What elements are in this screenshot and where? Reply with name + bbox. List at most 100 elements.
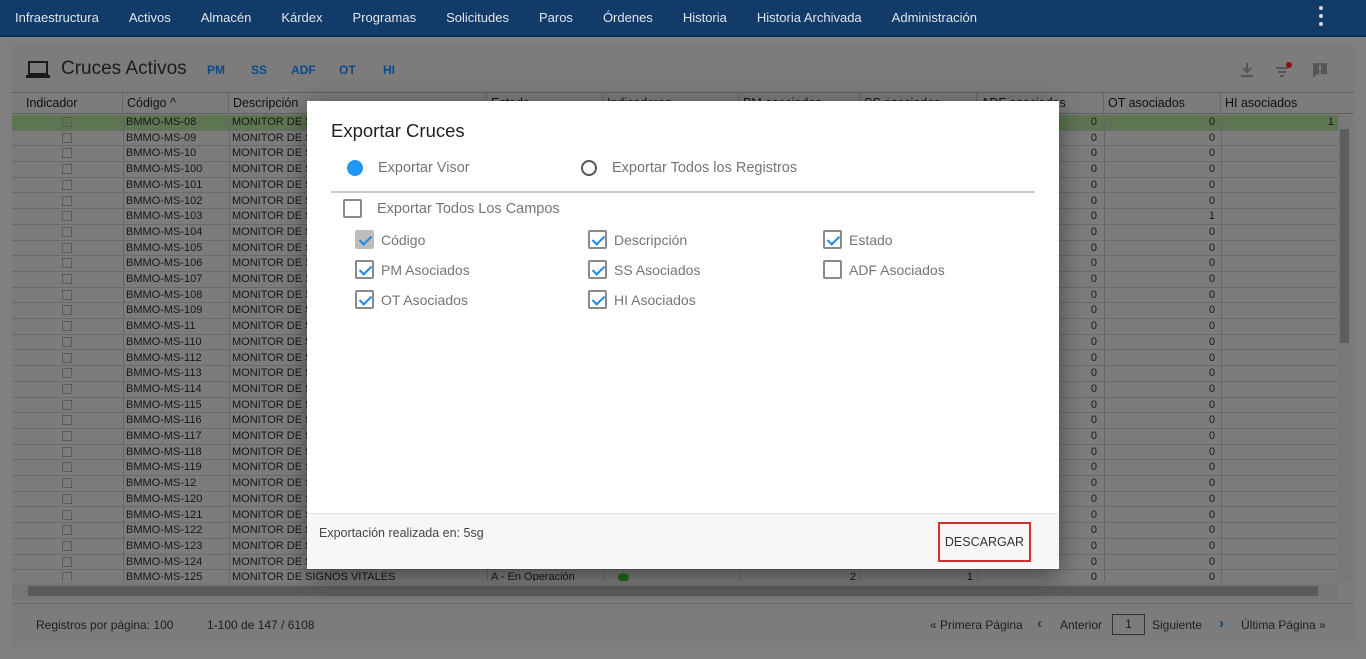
row-checkbox[interactable] <box>62 493 72 504</box>
checkbox-box[interactable] <box>355 290 374 309</box>
nav-historia-archivada[interactable]: Historia Archivada <box>757 10 862 25</box>
checkbox-box[interactable] <box>588 230 607 249</box>
row-checkbox[interactable] <box>62 211 72 222</box>
link-hi[interactable]: HI <box>383 63 395 77</box>
row-checkbox[interactable] <box>62 383 72 394</box>
checkbox-estado[interactable]: Estado <box>823 230 893 249</box>
radio-export-all-records[interactable]: Exportar Todos los Registros <box>581 160 797 176</box>
row-checkbox[interactable] <box>62 258 72 269</box>
nav-programas[interactable]: Programas <box>353 10 417 25</box>
row-checkbox[interactable] <box>62 289 72 300</box>
checkbox-label: SS Asociados <box>614 261 701 278</box>
chevron-right-icon[interactable]: › <box>1219 615 1224 632</box>
nav-administracion[interactable]: Administración <box>892 10 977 25</box>
checkbox-pm-asociados[interactable]: PM Asociados <box>355 260 470 279</box>
checkbox-all-fields[interactable]: Exportar Todos Los Campos <box>343 199 560 218</box>
table-row[interactable]: BMMO-MS-125 MONITOR DE SIGNOS VITALES A - … <box>12 570 1338 581</box>
laptop-icon <box>26 61 50 78</box>
row-checkbox[interactable] <box>62 446 72 457</box>
nav-activos[interactable]: Activos <box>129 10 171 25</box>
checkbox-ot-asociados[interactable]: OT Asociados <box>355 290 468 309</box>
row-checkbox[interactable] <box>62 242 72 253</box>
radio-export-viewer[interactable]: Exportar Visor <box>347 160 470 176</box>
row-checkbox[interactable] <box>62 368 72 379</box>
nav-ordenes[interactable]: Órdenes <box>603 10 653 25</box>
row-checkbox[interactable] <box>62 179 72 190</box>
scrollbar-thumb[interactable] <box>1340 129 1349 343</box>
col-ot-asociados[interactable]: OT asociados <box>1104 93 1221 115</box>
radio-unselected-icon[interactable] <box>581 160 597 176</box>
last-page-link[interactable]: Última Página » <box>1241 618 1326 632</box>
col-hi-asociados[interactable]: HI asociados <box>1221 93 1341 115</box>
row-checkbox[interactable] <box>62 415 72 426</box>
filter-icon[interactable] <box>1274 61 1292 79</box>
previous-page-link[interactable]: Anterior <box>1060 618 1102 632</box>
nav-historia[interactable]: Historia <box>683 10 727 25</box>
checkbox-box[interactable] <box>588 290 607 309</box>
cell-adf-asociados: 0 <box>1090 571 1097 581</box>
checkbox-box[interactable] <box>823 260 842 279</box>
cell-estado: A - En Operación <box>491 571 575 581</box>
link-ot[interactable]: OT <box>339 63 356 77</box>
cell-codigo: BMMO-MS-123 <box>126 539 203 552</box>
download-button[interactable]: DESCARGAR <box>938 522 1031 562</box>
checkbox-box[interactable] <box>355 260 374 279</box>
cell-codigo: BMMO-MS-107 <box>126 273 203 285</box>
col-codigo[interactable]: Código ^ <box>123 93 229 115</box>
scrollbar-thumb[interactable] <box>28 586 1318 596</box>
checkbox-ss-asociados[interactable]: SS Asociados <box>588 260 700 279</box>
records-range: 1-100 de 147 / 6108 <box>207 618 315 632</box>
checkbox-box[interactable] <box>588 260 607 279</box>
link-adf[interactable]: ADF <box>291 63 316 77</box>
row-checkbox[interactable] <box>62 195 72 206</box>
row-checkbox[interactable] <box>62 321 72 332</box>
col-indicador[interactable]: Indicador <box>22 93 123 115</box>
checkbox-box[interactable] <box>823 230 842 249</box>
nav-almacen[interactable]: Almacén <box>201 10 252 25</box>
cell-codigo: BMMO-MS-112 <box>126 351 202 364</box>
row-checkbox[interactable] <box>62 352 72 363</box>
checkbox-hi-asociados[interactable]: HI Asociados <box>588 290 696 309</box>
row-checkbox[interactable] <box>62 572 72 581</box>
checkbox-adf-asociados[interactable]: ADF Asociados <box>823 260 945 279</box>
chevron-left-icon[interactable]: ‹ <box>1037 615 1042 632</box>
checkbox-box[interactable] <box>343 199 362 218</box>
row-checkbox[interactable] <box>62 556 72 567</box>
nav-kardex[interactable]: Kárdex <box>281 10 322 25</box>
radio-selected-icon[interactable] <box>347 160 363 176</box>
row-checkbox[interactable] <box>62 274 72 284</box>
row-checkbox[interactable] <box>62 226 72 237</box>
row-checkbox[interactable] <box>62 132 72 143</box>
row-checkbox[interactable] <box>62 305 72 316</box>
next-page-link[interactable]: Siguiente <box>1152 618 1202 632</box>
row-checkbox[interactable] <box>62 399 72 410</box>
first-page-link[interactable]: « Primera Página <box>930 618 1023 632</box>
vertical-scrollbar[interactable] <box>1338 115 1351 581</box>
row-checkbox[interactable] <box>62 462 72 473</box>
download-icon[interactable] <box>1238 61 1256 79</box>
more-menu-icon[interactable] <box>1318 6 1324 26</box>
link-ss[interactable]: SS <box>251 63 267 77</box>
nav-infraestructura[interactable]: Infraestructura <box>15 10 99 25</box>
row-checkbox[interactable] <box>62 478 72 489</box>
row-checkbox[interactable] <box>62 431 72 441</box>
row-checkbox[interactable] <box>62 148 72 159</box>
checkbox-descripcion[interactable]: Descripción <box>588 230 687 249</box>
page-number-input[interactable]: 1 <box>1112 614 1145 635</box>
horizontal-scrollbar[interactable] <box>12 583 1338 599</box>
comment-icon[interactable] <box>1311 61 1329 79</box>
row-checkbox[interactable] <box>62 164 72 175</box>
checkbox-codigo: Código <box>355 230 425 249</box>
records-per-page[interactable]: Registros por página: 100 <box>36 618 173 632</box>
nav-solicitudes[interactable]: Solicitudes <box>446 10 509 25</box>
row-checkbox[interactable] <box>62 117 72 127</box>
checkbox-label: OT Asociados <box>381 291 468 308</box>
nav-paros[interactable]: Paros <box>539 10 573 25</box>
row-checkbox[interactable] <box>62 525 72 536</box>
checkbox-label: Estado <box>849 231 893 248</box>
row-checkbox[interactable] <box>62 509 72 520</box>
link-pm[interactable]: PM <box>207 63 225 77</box>
row-checkbox[interactable] <box>62 540 72 551</box>
radio-label: Exportar Todos los Registros <box>612 160 798 176</box>
row-checkbox[interactable] <box>62 336 72 347</box>
